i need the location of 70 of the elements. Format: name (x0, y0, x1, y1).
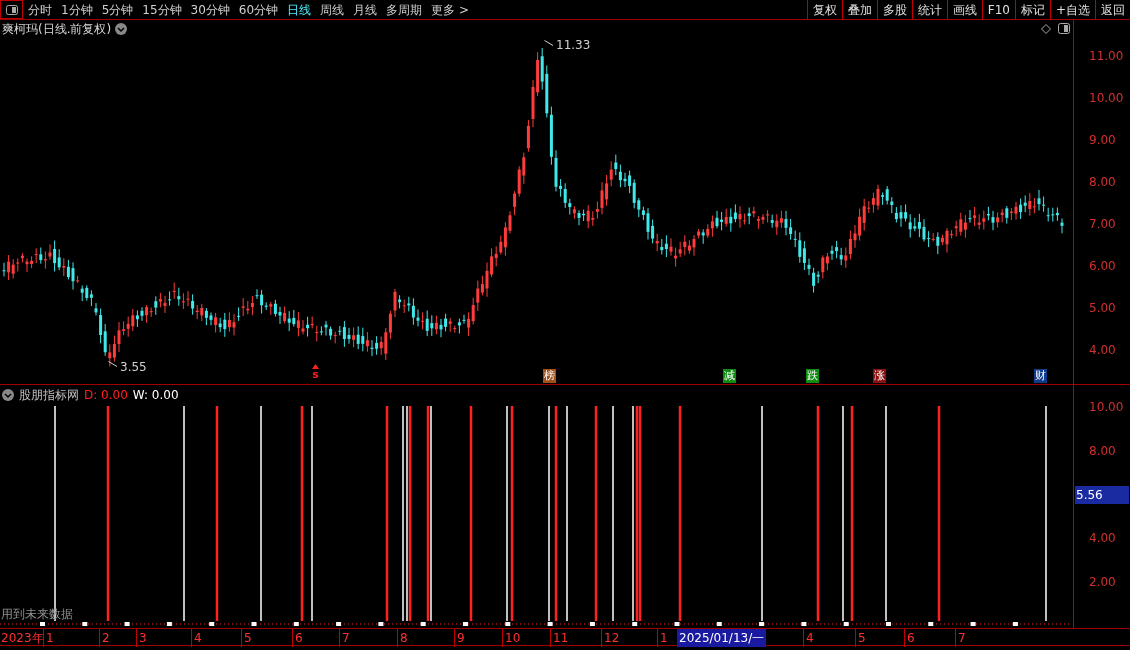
month-label: 2 (99, 629, 110, 647)
month-label: 7 (339, 629, 350, 647)
toolbar-button[interactable]: 标记 (1014, 0, 1050, 19)
month-label: 3 (136, 629, 147, 647)
axis-label: 10.00 (1089, 90, 1124, 107)
event-marker[interactable]: 涨 (873, 369, 886, 383)
diamond-icon[interactable] (1041, 24, 1051, 34)
month-label: 7 (955, 629, 966, 647)
month-label: 11 (550, 629, 569, 647)
toolbar-button[interactable]: 统计 (911, 0, 947, 19)
period-tab[interactable]: 周线 (320, 0, 345, 19)
period-tab[interactable]: 多周期 (386, 0, 423, 19)
axis-label: 10.00 (1089, 399, 1124, 416)
toolbar-button[interactable]: 画线 (946, 0, 982, 19)
panel-toggle-icon[interactable] (1058, 23, 1070, 34)
cursor-value: 5.56 (1075, 486, 1129, 504)
axis-label: 11.00 (1089, 48, 1124, 65)
period-tab[interactable]: 日线 (287, 0, 312, 19)
period-tab[interactable]: 分时 (28, 0, 52, 19)
period-tab[interactable]: 1分钟 (61, 0, 93, 19)
high-price-label: 11.33 (556, 37, 591, 54)
chevron-down-icon[interactable] (2, 389, 14, 401)
period-tab[interactable]: 更多 > (431, 0, 469, 19)
year-label: 2023年 (1, 630, 44, 647)
month-label: 1 (657, 629, 668, 647)
low-price-label: 3.55 (120, 359, 147, 376)
period-tab[interactable]: 30分钟 (190, 0, 230, 19)
axis-label: 8.00 (1089, 174, 1116, 191)
indicator-name: 股朋指标网 (19, 387, 79, 404)
month-label: 12 (601, 629, 620, 647)
axis-label: 4.00 (1089, 530, 1116, 547)
month-label: 4 (803, 629, 814, 647)
month-label: 9 (454, 629, 465, 647)
month-label: 1 (43, 629, 54, 647)
event-marker[interactable]: 榜 (543, 369, 556, 383)
month-label: 5 (855, 629, 866, 647)
toolbar-button[interactable]: +自选 (1049, 0, 1095, 19)
month-label: 4 (191, 629, 202, 647)
toolbar-button[interactable]: F10 (981, 0, 1015, 19)
leader-line (544, 40, 554, 46)
axis-label: 4.00 (1089, 342, 1116, 359)
period-tab[interactable]: 60分钟 (238, 0, 279, 19)
axis-label: 2.00 (1089, 574, 1116, 591)
period-tab[interactable]: 月线 (353, 0, 378, 19)
chevron-down-icon[interactable] (115, 23, 128, 35)
event-marker[interactable]: 减 (723, 369, 736, 383)
month-label: 6 (904, 629, 915, 647)
toolbar-button[interactable]: 返回 (1095, 0, 1130, 19)
toolbar-button[interactable]: 复权 (806, 0, 842, 19)
axis-label: 8.00 (1089, 443, 1116, 460)
w-value: W: 0.00 (132, 387, 179, 404)
axis-label: 5.00 (1089, 300, 1116, 317)
period-tab[interactable]: 15分钟 (142, 0, 182, 19)
event-marker[interactable]: 财 (1034, 369, 1047, 383)
month-label: 8 (397, 629, 408, 647)
toolbar-button[interactable]: 多股 (876, 0, 912, 19)
panel-toggle-icon[interactable] (0, 0, 23, 19)
leader-line (108, 361, 118, 367)
d-value: D: 0.00 (84, 387, 128, 404)
toolbar-button[interactable]: 叠加 (841, 0, 877, 19)
cursor-date: 2025/01/13/一 (677, 629, 767, 647)
month-label: 6 (292, 629, 303, 647)
axis-label: 6.00 (1089, 258, 1116, 275)
month-label: 10 (502, 629, 521, 647)
axis-label: 9.00 (1089, 132, 1116, 149)
period-tab[interactable]: 5分钟 (101, 0, 134, 19)
axis-label: 7.00 (1089, 216, 1116, 233)
month-label: 5 (241, 629, 252, 647)
event-marker[interactable]: 跌 (806, 369, 819, 383)
chart-title: 爽柯玛(日线.前复权) (2, 21, 112, 38)
